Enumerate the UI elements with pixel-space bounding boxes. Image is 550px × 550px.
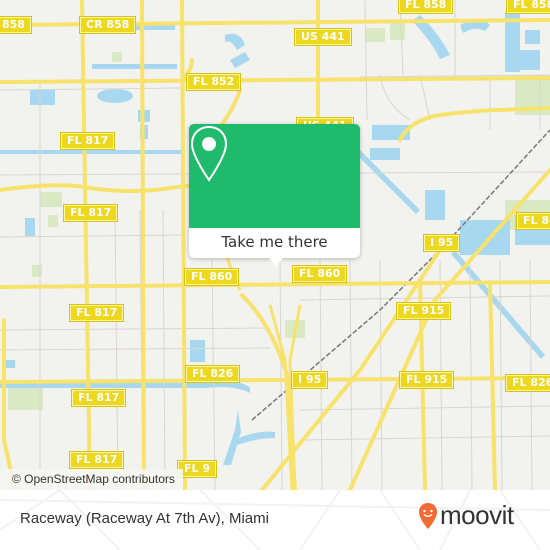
road-label-fl817-a: FL 817 [61,133,115,149]
popup-pointer [268,257,284,266]
moovit-wordmark: moovit [440,500,514,530]
road-label-fl858-top: FL 858 [399,0,453,13]
road-label-fl817-b: FL 817 [64,205,118,221]
road-label-cr858: CR 858 [80,17,136,33]
map-pin-icon [190,125,228,182]
road-label-fl817-c: FL 817 [70,305,124,321]
road-label-fl817-d: FL 817 [72,390,126,406]
map[interactable]: 858 CR 858 FL 858 FL 858 US 441 FL 852 U… [0,0,550,490]
road-label-fl826-left: FL 826 [186,366,240,382]
location-popup: Take me there [189,124,360,266]
road-label-fl860-mid: FL 860 [293,266,347,282]
road-label-fl858-right: FL 858 [507,0,550,13]
road-label-fl860-right: FL 860 [517,213,550,229]
road-label-i95-upper: I 95 [424,235,460,251]
moovit-brand[interactable]: moovit [418,500,514,534]
road-label-fl860-left: FL 860 [185,269,239,285]
road-label-us441-top: US 441 [295,29,351,45]
road-label-fl915-upper: FL 915 [397,303,451,319]
moovit-logo-icon [419,503,437,529]
road-label-i95-lower: I 95 [292,372,328,388]
road-label-cr858-left: 858 [0,17,31,33]
road-label-fl915-lower: FL 915 [400,372,454,388]
popup-header [189,124,360,228]
take-me-there-button[interactable]: Take me there [189,228,360,258]
road-label-fl9: FL 9 [178,461,217,477]
road-label-fl852: FL 852 [187,74,241,90]
road-label-fl817-e: FL 817 [70,452,124,468]
road-label-fl826-right: FL 826 [506,375,550,391]
map-attribution[interactable]: © OpenStreetMap contributors [0,469,183,490]
footer: Raceway (Raceway At 7th Av), Miami moovi… [0,490,550,550]
place-name: Raceway (Raceway At 7th Av), Miami [20,510,269,527]
